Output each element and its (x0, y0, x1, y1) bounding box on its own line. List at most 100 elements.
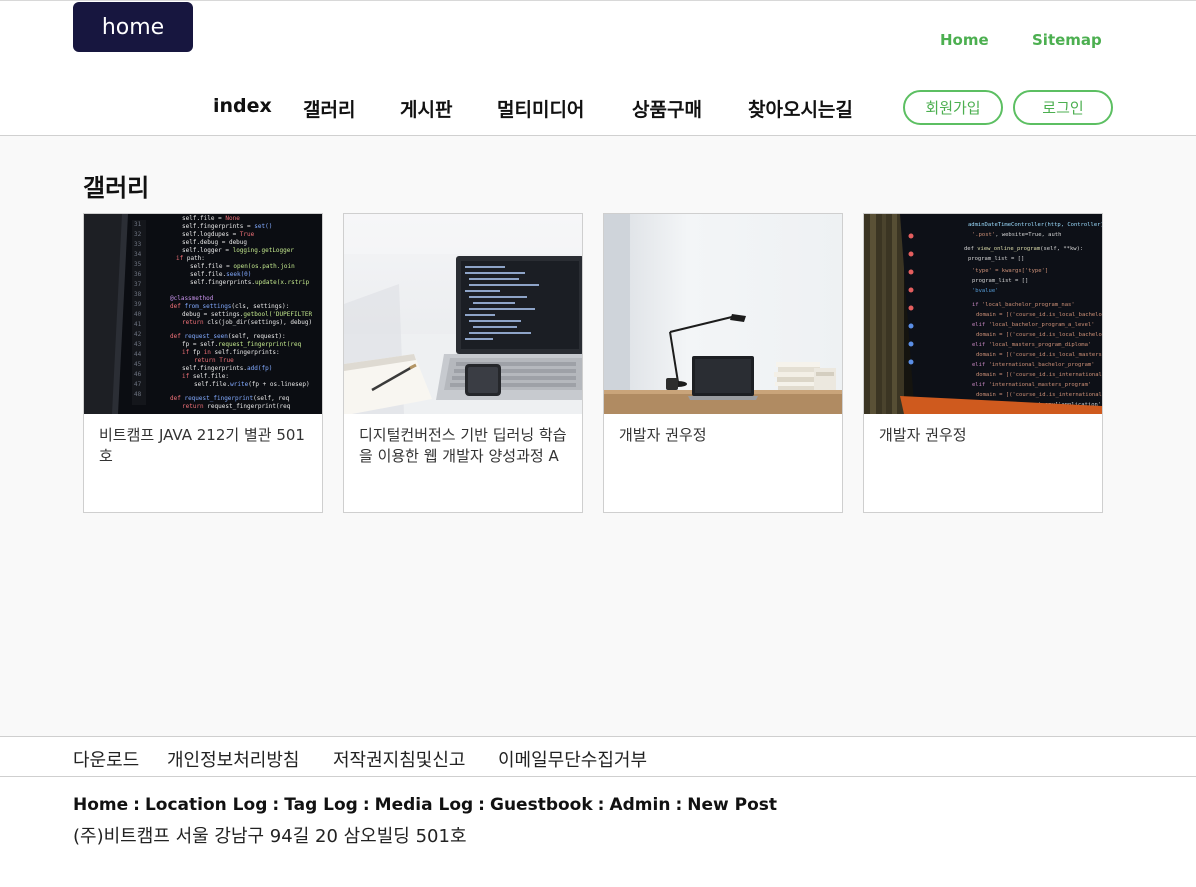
gallery-card[interactable]: 개발자 권우정 (603, 213, 843, 513)
svg-text:self.logdupes = True: self.logdupes = True (182, 231, 255, 238)
login-button[interactable]: 로그인 (1013, 90, 1113, 125)
code-screen-photo: 31 32 33 34 35 36 37 38 39 40 41 42 43 44 45 46 47 4… (84, 214, 322, 414)
svg-text:self.fingerprints.add(fp): self.fingerprints.add(fp) (182, 365, 272, 372)
nav-item-index[interactable]: index (213, 95, 272, 117)
svg-text:domain = [('course_id.is_local: domain = [('course_id.is_local_masters_p… (976, 352, 1102, 358)
svg-text:def request_seen(self, request: def request_seen(self, request): (170, 333, 286, 340)
svg-text:33: 33 (134, 241, 142, 248)
svg-text:46: 46 (134, 371, 142, 378)
svg-text:34: 34 (134, 251, 142, 258)
card-caption: 개발자 권우정 (879, 426, 967, 444)
svg-text:32: 32 (134, 231, 142, 238)
svg-text:36: 36 (134, 271, 142, 278)
nav-item-directions[interactable]: 찾아오시는길 (748, 95, 853, 122)
svg-text:self.debug = debug: self.debug = debug (182, 239, 247, 246)
svg-text:40: 40 (134, 311, 142, 318)
separator: : (272, 795, 280, 815)
footer-blog-nav: Home: Location Log: Tag Log: Media Log: Gues… (73, 795, 777, 815)
svg-text:39: 39 (134, 301, 142, 308)
svg-text:def view_online_program(self,: def view_online_program(self, **kw): (964, 246, 1083, 252)
separator: : (362, 795, 370, 815)
svg-text:self.file = open(os.path.join: self.file = open(os.path.join (190, 263, 295, 270)
footer-nav-admin[interactable]: Admin (609, 795, 670, 815)
footer-links: 다운로드 개인정보처리방침 저작권지침및신고 이메일무단수집거부 (0, 736, 1196, 777)
svg-text:domain = [('course_id.is_local: domain = [('course_id.is_local_bachelor_… (976, 332, 1102, 338)
svg-text:domain = [('course_id.is_inter: domain = [('course_id.is_international (976, 392, 1102, 398)
svg-text:45: 45 (134, 361, 142, 368)
svg-text:return True: return True (194, 357, 234, 364)
card-caption: 비트캠프 JAVA 212기 별관 501호 (99, 426, 305, 465)
svg-text:47: 47 (134, 381, 142, 388)
svg-text:31: 31 (134, 221, 142, 228)
svg-text:'.post', website=True, auth: '.post', website=True, auth (972, 232, 1061, 238)
footer-link-download[interactable]: 다운로드 (73, 746, 139, 772)
svg-text:return request_fingerprint(req: return request_fingerprint(req (182, 403, 291, 410)
footer-nav-tag-log[interactable]: Tag Log (284, 795, 358, 815)
svg-text:elif 'international_masters_pr: elif 'international_masters_program' (972, 382, 1091, 388)
footer-nav-media-log[interactable]: Media Log (375, 795, 474, 815)
footer-nav-location-log[interactable]: Location Log (145, 795, 267, 815)
nav-item-multimedia[interactable]: 멀티미디어 (497, 95, 584, 122)
gallery-card[interactable]: 31 32 33 34 35 36 37 38 39 40 41 42 43 44 45 46 47 4… (83, 213, 323, 513)
separator: : (675, 795, 683, 815)
footer-nav-guestbook[interactable]: Guestbook (490, 795, 593, 815)
svg-text:return cls(job_dir(settings),: return cls(job_dir(settings), debug) (182, 319, 312, 326)
svg-text:41: 41 (134, 321, 142, 328)
separator: : (478, 795, 485, 815)
util-link-sitemap[interactable]: Sitemap (1032, 31, 1102, 49)
svg-text:43: 43 (134, 341, 142, 348)
svg-text:self.file.write(fp + os.linese: self.file.write(fp + os.linesep) (194, 381, 310, 388)
util-link-home[interactable]: Home (940, 31, 989, 49)
svg-text:42: 42 (134, 331, 142, 338)
card-caption: 디지털컨버전스 기반 딥러닝 학습을 이용한 웹 개발자 양성과정 A (359, 426, 567, 465)
page-title: 갤러리 (83, 174, 150, 202)
gallery-section: 갤러리 31 32 33 34 35 36 37 38 39 40 41 42 43 44 45 4… (0, 136, 1196, 736)
site-header: home Home Sitemap index 갤러리 게시판 멀티미디어 상품… (0, 0, 1196, 136)
nav-item-shop[interactable]: 상품구매 (632, 95, 702, 122)
footer-nav-new-post[interactable]: New Post (687, 795, 777, 815)
svg-text:adminDateTimeController(http,: adminDateTimeController(http, Controller… (968, 222, 1102, 228)
footer-link-email-refusal[interactable]: 이메일무단수집거부 (498, 746, 647, 772)
svg-text:37: 37 (134, 281, 142, 288)
svg-text:elif 'local_bachelor_program_a: elif 'local_bachelor_program_a_level' (972, 322, 1095, 328)
laptop-desk-photo (344, 214, 582, 414)
gallery-card[interactable]: adminDateTimeController(http, Controller… (863, 213, 1103, 513)
svg-text:fp = self.request_fingerprint(: fp = self.request_fingerprint(req (182, 341, 302, 348)
svg-text:44: 44 (134, 351, 142, 358)
gallery-card[interactable]: 디지털컨버전스 기반 딥러닝 학습을 이용한 웹 개발자 양성과정 A (343, 213, 583, 513)
svg-text:program_list = []: program_list = [] (968, 256, 1024, 262)
join-button[interactable]: 회원가입 (903, 90, 1003, 125)
svg-text:domain = [('course_id.is_inter: domain = [('course_id.is_international_b… (976, 372, 1102, 378)
monitor-code-photo: adminDateTimeController(http, Controller… (864, 214, 1102, 414)
svg-text:debug = settings.getbool('DUPE: debug = settings.getbool('DUPEFILTER (182, 311, 312, 318)
nav-item-board[interactable]: 게시판 (400, 95, 452, 122)
svg-text:def request_fingerprint(self,: def request_fingerprint(self, req (170, 395, 290, 402)
svg-text:@classmethod: @classmethod (170, 295, 214, 302)
svg-text:program_list = []: program_list = [] (972, 278, 1028, 284)
svg-text:self.logger = logging.getLogge: self.logger = logging.getLogger (182, 247, 294, 254)
separator: : (133, 795, 140, 815)
svg-text:self.fingerprints.update(x.rst: self.fingerprints.update(x.rstrip (190, 279, 310, 286)
svg-text:48: 48 (134, 391, 142, 398)
workspace-lamp-photo (604, 214, 842, 414)
svg-text:elif 'local_masters_program_di: elif 'local_masters_program_diploma' (972, 342, 1091, 348)
company-address: (주)비트캠프 서울 강남구 94길 20 삼오빌딩 501호 (73, 826, 467, 847)
svg-text:35: 35 (134, 261, 142, 268)
footer-nav-home[interactable]: Home (73, 795, 128, 815)
svg-text:self.file = None: self.file = None (182, 215, 240, 222)
separator: : (597, 795, 605, 815)
footer-link-copyright[interactable]: 저작권지침및신고 (333, 746, 465, 772)
svg-text:if 'local_bachelor_program_nas: if 'local_bachelor_program_nas' (972, 302, 1075, 308)
card-caption: 개발자 권우정 (619, 426, 707, 444)
nav-item-gallery[interactable]: 갤러리 (303, 95, 355, 122)
site-footer: Home: Location Log: Tag Log: Media Log: Gues… (0, 777, 1196, 887)
svg-text:'type' = kwargs['type']: 'type' = kwargs['type'] (972, 268, 1048, 274)
svg-text:if self.file:: if self.file: (182, 373, 229, 380)
svg-text:38: 38 (134, 291, 142, 298)
svg-text:elif 'international_bachelor_p: elif 'international_bachelor_program' (972, 362, 1095, 368)
svg-text:if path:: if path: (176, 255, 205, 262)
svg-text:def from_settings(cls, setting: def from_settings(cls, settings): (170, 303, 289, 310)
footer-link-privacy[interactable]: 개인정보처리방침 (167, 746, 299, 772)
svg-text:if fp in self.fingerprints:: if fp in self.fingerprints: (182, 349, 280, 356)
logo-home-button[interactable]: home (73, 2, 193, 52)
